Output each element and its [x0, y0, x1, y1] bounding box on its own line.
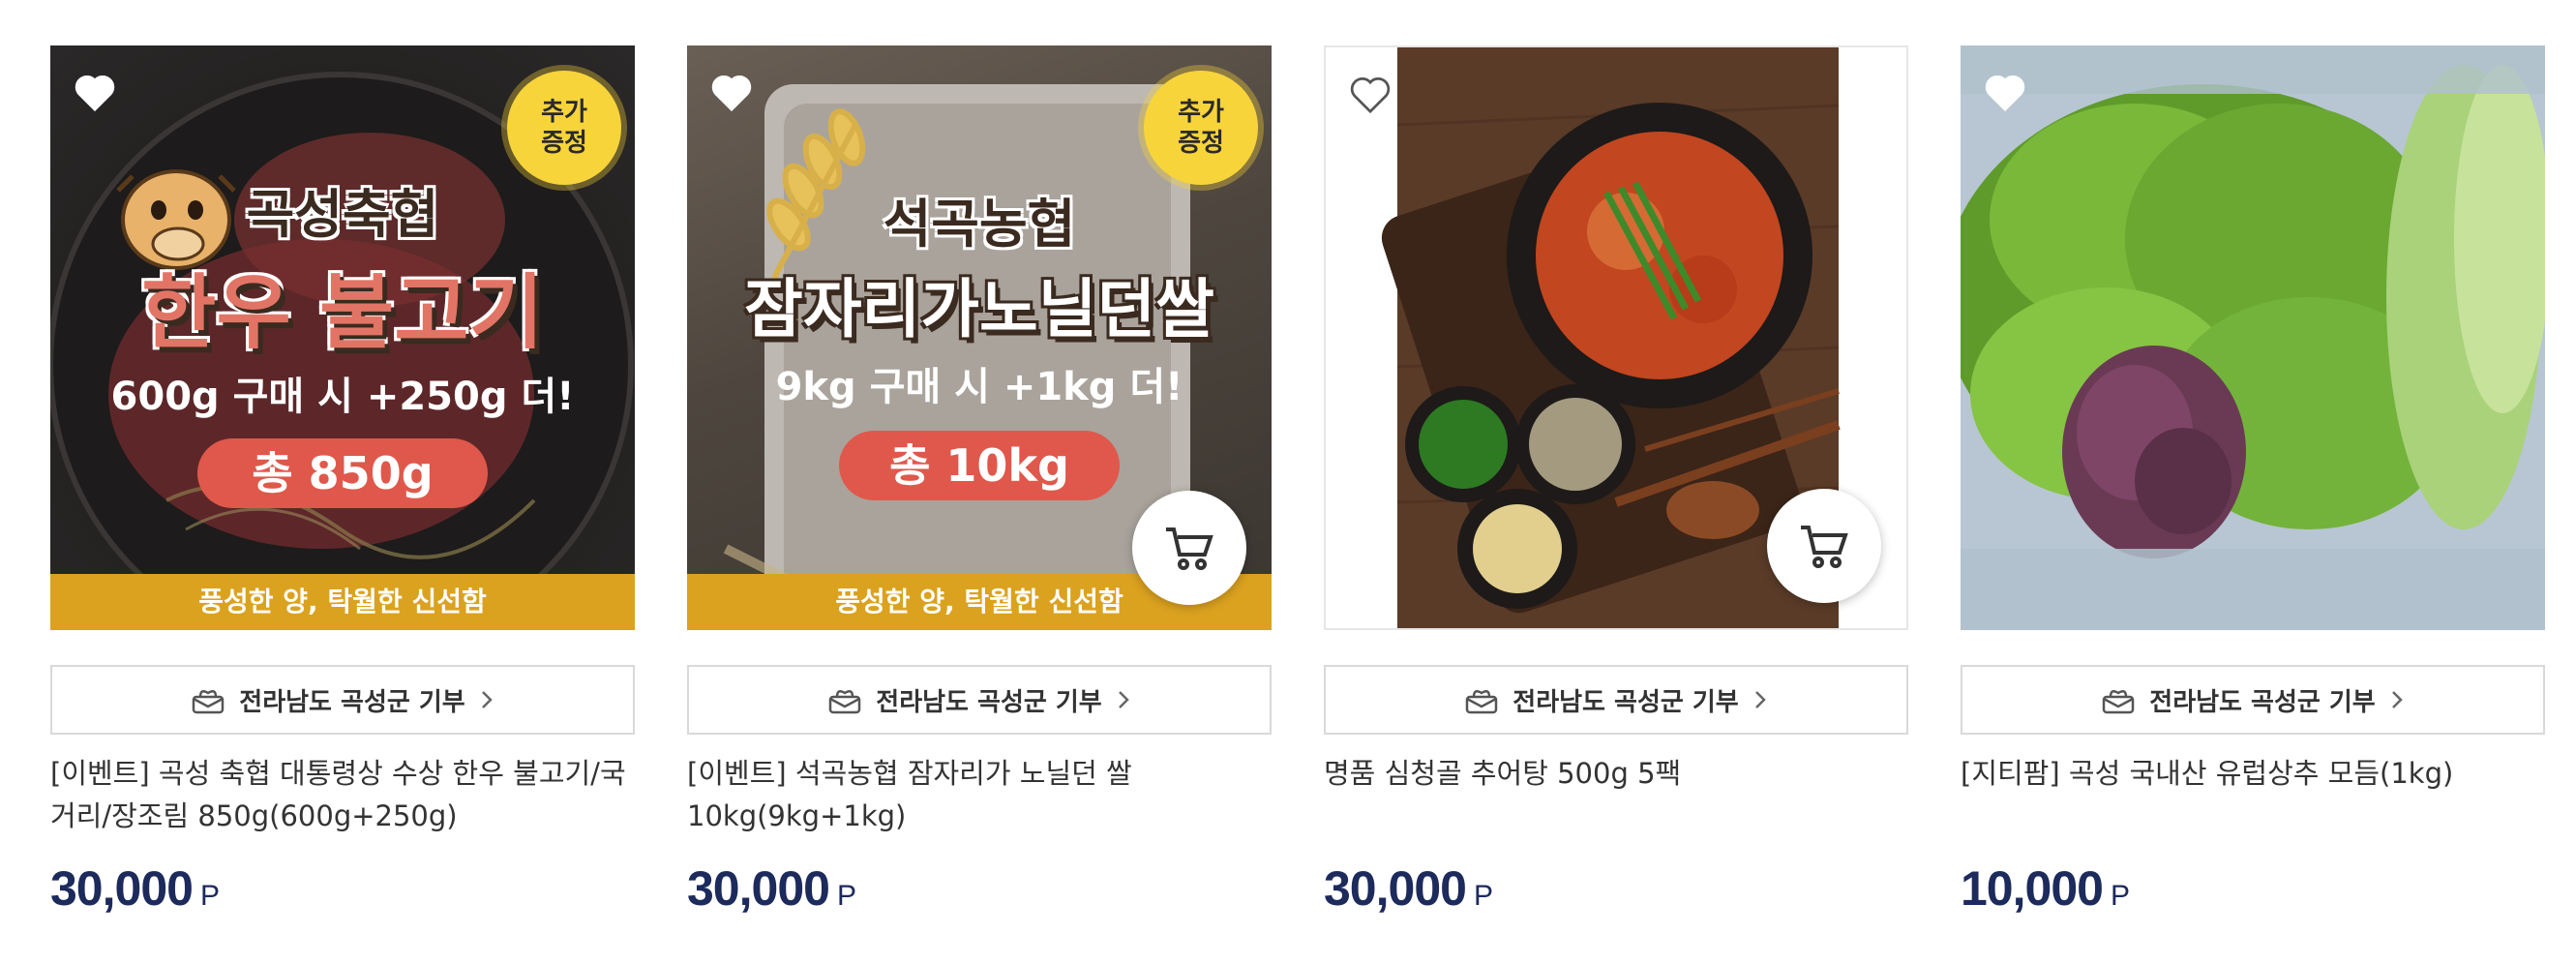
product-name[interactable]: [이벤트] 석곡농협 잠자리가 노닐던 쌀 10kg(9kg+1kg) — [687, 752, 1272, 837]
price-value: 30,000 — [687, 861, 830, 916]
product-price: 10,000 P — [1961, 860, 2545, 917]
cart-icon — [1166, 527, 1213, 570]
promo-title: 곡성축협 한우 불고기 — [141, 184, 544, 360]
region-donation-button[interactable]: 전라남도 곡성군 기부 — [1324, 665, 1908, 735]
product-image[interactable] — [1324, 45, 1908, 630]
price-value: 30,000 — [50, 861, 194, 916]
product-card[interactable]: 추가 증정 석곡농협 잠자리가노닐던쌀 9kg 구매 시 +1kg 더! 총 1… — [687, 45, 1272, 917]
wishlist-heart-icon[interactable] — [1345, 69, 1395, 119]
price-value: 10,000 — [1961, 861, 2104, 916]
region-donation-button[interactable]: 전라남도 곡성군 기부 — [1961, 665, 2545, 735]
product-name[interactable]: 명품 심청골 추어탕 500g 5팩 — [1324, 752, 1908, 837]
region-donation-button[interactable]: 전라남도 곡성군 기부 — [687, 665, 1272, 735]
add-to-cart-button[interactable] — [1767, 489, 1881, 603]
chevron-right-icon — [1754, 691, 1766, 708]
product-name[interactable]: [이벤트] 곡성 축협 대통령상 수상 한우 불고기/국거리/장조림 850g(… — [50, 752, 635, 837]
product-card[interactable]: 전라남도 곡성군 기부 명품 심청골 추어탕 500g 5팩 30,000 P — [1324, 45, 1908, 917]
promo-band: 풍성한 양, 탁월한 신선함 — [50, 574, 635, 630]
product-price: 30,000 P — [687, 860, 1272, 917]
price-unit: P — [199, 880, 220, 912]
price-value: 30,000 — [1324, 861, 1467, 916]
promo-subtitle: 600g 구매 시 +250g 더! — [110, 375, 575, 419]
chevron-right-icon — [1118, 691, 1129, 708]
extra-gift-badge: 추가 증정 — [507, 71, 621, 185]
product-card[interactable]: 전라남도 곡성군 기부 [지티팜] 곡성 국내산 유럽상추 모듬(1kg) 10… — [1961, 45, 2545, 917]
wishlist-heart-icon[interactable] — [1980, 67, 2030, 117]
chevron-right-icon — [481, 691, 493, 708]
gift-box-icon — [829, 689, 861, 714]
promo-subtitle: 9kg 구매 시 +1kg 더! — [775, 365, 1183, 409]
product-image[interactable]: 추가 증정 곡성축협 한우 불고기 600g 구매 시 +250g 더! 총 8… — [50, 45, 635, 630]
region-label: 전라남도 곡성군 기부 — [876, 687, 1102, 717]
product-price: 30,000 P — [1324, 860, 1908, 917]
wishlist-heart-icon[interactable] — [70, 67, 120, 117]
gift-box-icon — [1466, 689, 1498, 714]
region-label: 전라남도 곡성군 기부 — [239, 687, 465, 717]
region-label: 전라남도 곡성군 기부 — [1513, 687, 1739, 717]
promo-total-pill: 총 10kg — [839, 431, 1120, 500]
add-to-cart-button[interactable] — [1132, 491, 1246, 605]
price-unit: P — [836, 880, 856, 912]
region-label: 전라남도 곡성군 기부 — [2149, 687, 2376, 717]
wishlist-heart-icon[interactable] — [706, 67, 757, 117]
price-unit: P — [2110, 880, 2130, 912]
product-image[interactable]: 추가 증정 석곡농협 잠자리가노닐던쌀 9kg 구매 시 +1kg 더! 총 1… — [687, 45, 1272, 630]
promo-total-pill: 총 850g — [197, 438, 488, 508]
product-name[interactable]: [지티팜] 곡성 국내산 유럽상추 모듬(1kg) — [1961, 752, 2545, 837]
price-unit: P — [1473, 880, 1493, 912]
product-grid: 추가 증정 곡성축협 한우 불고기 600g 구매 시 +250g 더! 총 8… — [0, 0, 2576, 964]
lettuce-illustration — [1961, 45, 2545, 630]
gift-box-icon — [2103, 689, 2135, 714]
gift-box-icon — [193, 689, 225, 714]
promo-title: 석곡농협 잠자리가노닐던쌀 — [744, 194, 1214, 346]
product-card[interactable]: 추가 증정 곡성축협 한우 불고기 600g 구매 시 +250g 더! 총 8… — [50, 45, 635, 917]
cart-icon — [1801, 526, 1848, 568]
region-donation-button[interactable]: 전라남도 곡성군 기부 — [50, 665, 635, 735]
product-image[interactable] — [1961, 45, 2545, 630]
extra-gift-badge: 추가 증정 — [1144, 71, 1258, 185]
chevron-right-icon — [2391, 691, 2403, 708]
product-price: 30,000 P — [50, 860, 635, 917]
